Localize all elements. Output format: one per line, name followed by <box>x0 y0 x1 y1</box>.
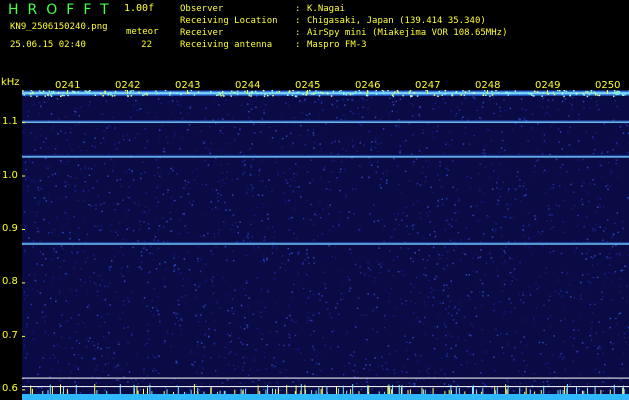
y-tick-label: 0.6 <box>2 383 18 395</box>
date-time: 25.06.15 02:40 <box>10 40 86 50</box>
y-tick-mark <box>22 389 25 391</box>
x-tick-mark <box>427 90 428 94</box>
info-value: K.Nagai <box>307 4 345 14</box>
y-axis-unit: kHz <box>1 77 20 88</box>
info-colon: : <box>295 40 301 50</box>
info-row-location: Receiving Location: Chigasaki, Japan (139… <box>180 16 486 26</box>
spectrogram-svg <box>22 90 629 400</box>
info-value: AirSpy mini (Miakejima VOR 108.65MHz) <box>307 28 508 38</box>
x-tick-mark <box>487 90 488 94</box>
meteor-count-label: meteor <box>126 27 159 37</box>
info-value: Maspro FM-3 <box>307 40 367 50</box>
x-tick-mark <box>367 90 368 94</box>
x-tick-mark <box>307 90 308 94</box>
spectrogram-plot <box>22 90 629 400</box>
info-key: Observer <box>180 4 224 14</box>
y-tick-label: 0.9 <box>2 222 18 234</box>
y-tick-label: 0.7 <box>2 329 18 341</box>
x-tick-mark <box>127 90 128 94</box>
version-label: 1.00f <box>124 3 155 14</box>
info-key: Receiver <box>180 28 224 38</box>
info-row-antenna: Receiving antenna: Maspro FM-3 <box>180 40 367 50</box>
reference-line <box>22 377 629 379</box>
x-tick-mark <box>547 90 548 94</box>
x-tick-mark <box>67 90 68 94</box>
meteor-count-value: 22 <box>141 40 152 50</box>
info-colon: : <box>295 4 301 14</box>
y-tick-mark <box>22 282 25 284</box>
app-title: HROFFT <box>8 2 118 18</box>
info-key: Receiving antenna <box>180 40 273 50</box>
carrier-line <box>22 243 629 245</box>
y-tick-label: 1.1 <box>2 116 18 128</box>
y-tick-label: 0.8 <box>2 276 18 288</box>
info-colon: : <box>295 16 301 26</box>
y-tick-mark <box>22 229 25 230</box>
y-tick-label: 1.0 <box>2 169 18 181</box>
carrier-line <box>22 121 629 123</box>
bottom-noise-band <box>22 394 629 400</box>
x-tick-mark <box>187 90 188 94</box>
x-tick-mark <box>607 90 608 94</box>
x-tick-mark <box>247 90 248 94</box>
y-tick-mark <box>22 335 25 337</box>
spectrogram-background <box>22 90 629 400</box>
info-row-receiver: Receiver: AirSpy mini (Miakejima VOR 108.… <box>180 28 507 38</box>
y-tick-mark <box>22 175 25 177</box>
file-name: KN9_2506150240.png <box>10 22 108 32</box>
info-key: Receiving Location <box>180 16 278 26</box>
y-tick-mark <box>22 122 25 124</box>
carrier-line <box>22 156 629 158</box>
info-value: Chigasaki, Japan (139.414 35.340) <box>307 16 486 26</box>
info-row-observer: Observer: K.Nagai <box>180 4 345 14</box>
reference-line <box>22 386 629 388</box>
info-colon: : <box>295 28 301 38</box>
